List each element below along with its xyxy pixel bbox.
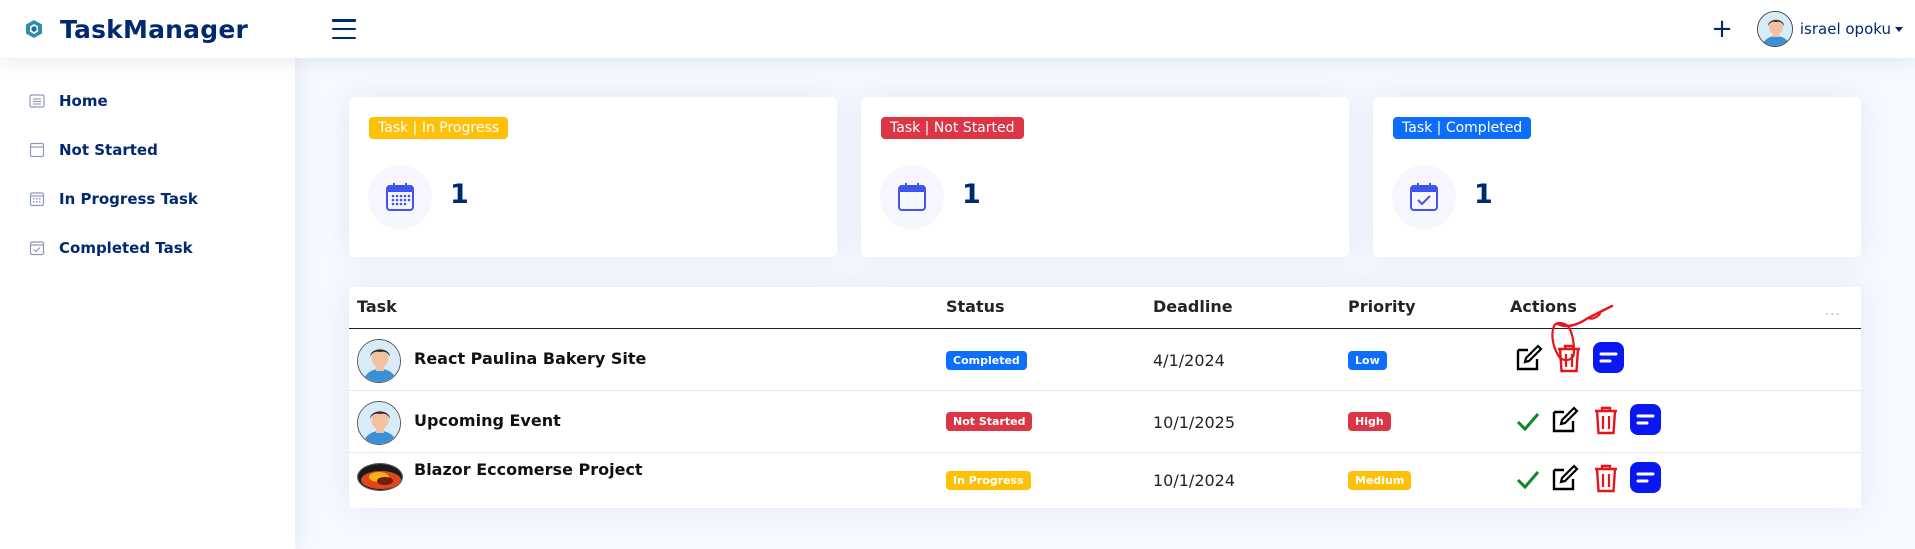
calendar-check-icon [1410,183,1438,211]
list-alt-icon [29,93,45,108]
sidebar-item-label: Home [59,91,108,110]
details-icon[interactable] [1630,462,1661,493]
column-header-priority[interactable]: Priority [1348,297,1416,316]
status-badge: Task | In Progress [369,117,509,139]
sidebar-item-completed[interactable]: Completed Task [0,223,295,272]
sidebar-item-label: Completed Task [59,238,193,257]
task-avatar [357,463,403,491]
sidebar-item-in-progress[interactable]: In Progress Task [0,174,295,223]
deadline-value: 10/1/2024 [1153,471,1236,490]
card-icon-wrap [880,165,944,229]
task-avatar [357,401,401,445]
column-header-status[interactable]: Status [946,297,1005,316]
sidebar-item-label: Not Started [59,140,158,159]
sidebar-item-home[interactable]: Home [0,76,295,125]
card-not-started: Task | Not Started 1 [861,97,1349,257]
caret-down-icon [1895,26,1903,32]
logo-icon [26,20,42,38]
table-row: Blazor Eccomerse Project In Progress 10/… [349,453,1861,508]
calendar-grid-icon [29,191,45,206]
menu-toggle-icon[interactable] [332,19,356,39]
check-icon[interactable] [1515,409,1541,433]
user-menu[interactable]: israel opoku [1756,11,1903,47]
delete-icon[interactable] [1554,343,1584,374]
add-task-button[interactable]: + [1711,16,1733,42]
sidebar-item-label: In Progress Task [59,189,198,208]
status-pill: Completed [946,351,1027,370]
task-name[interactable]: Blazor Eccomerse Project [414,460,643,479]
delete-icon[interactable] [1591,405,1621,436]
priority-pill: High [1348,412,1391,431]
user-avatar [1756,11,1793,47]
edit-icon[interactable] [1550,405,1580,435]
logo[interactable]: TaskManager [24,15,309,44]
priority-pill: Low [1348,351,1387,370]
deadline-value: 10/1/2025 [1153,413,1236,432]
edit-icon[interactable] [1514,343,1544,373]
card-in-progress: Task | In Progress 1 [349,97,837,257]
check-icon[interactable] [1515,467,1541,491]
delete-icon[interactable] [1591,463,1621,494]
calendar-check-icon [29,240,45,255]
task-count: 1 [962,179,981,210]
details-icon[interactable] [1630,404,1661,435]
status-badge: Task | Completed [1393,117,1532,139]
task-avatar [357,339,401,383]
card-icon-wrap [1392,165,1456,229]
more-options-icon[interactable]: ... [1825,303,1841,319]
details-icon[interactable] [1593,342,1624,373]
status-badge: Task | Not Started [881,117,1024,139]
edit-icon[interactable] [1550,463,1580,493]
calendar-dots-icon [386,183,414,211]
priority-pill: Medium [1348,471,1412,490]
table-header: Task Status Deadline Priority Actions ..… [349,287,1861,329]
top-header: TaskManager + israel opoku [0,0,1915,58]
table-row: Upcoming Event Not Started 10/1/2025 Hig… [349,391,1861,453]
table-row: React Paulina Bakery Site Completed 4/1/… [349,329,1861,391]
user-name: israel opoku [1799,20,1891,38]
deadline-value: 4/1/2024 [1153,351,1225,370]
column-header-task[interactable]: Task [357,297,397,316]
sidebar-item-not-started[interactable]: Not Started [0,125,295,174]
header-actions: + israel opoku [1711,0,1903,58]
status-pill: Not Started [946,412,1033,431]
app-title: TaskManager [60,14,249,44]
calendar-blank-icon [898,183,926,211]
sidebar: Home Not Started In Progress Task Comple… [0,58,295,549]
task-table: Task Status Deadline Priority Actions ..… [349,287,1861,508]
card-completed: Task | Completed 1 [1373,97,1861,257]
task-count: 1 [1474,179,1493,210]
card-icon-wrap [368,165,432,229]
column-header-actions: Actions [1510,297,1577,316]
task-name[interactable]: React Paulina Bakery Site [414,349,646,368]
task-count: 1 [450,179,469,210]
task-name[interactable]: Upcoming Event [414,411,561,430]
column-header-deadline[interactable]: Deadline [1153,297,1233,316]
window-icon [29,142,45,157]
status-pill: In Progress [946,471,1031,490]
